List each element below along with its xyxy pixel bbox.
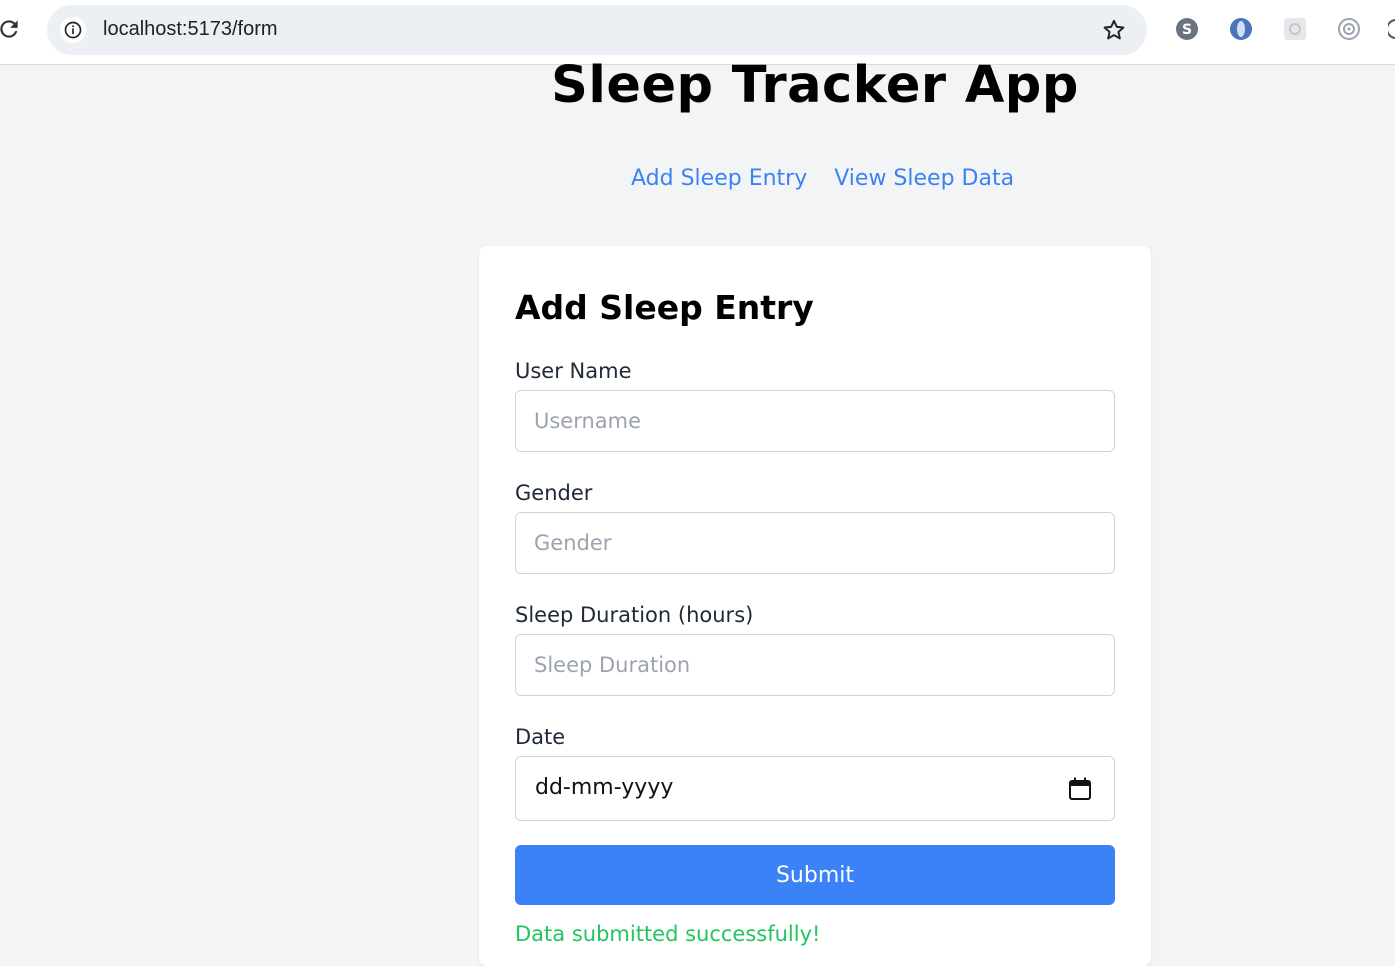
main-nav: Add Sleep Entry View Sleep Data [631,166,1014,191]
svg-text:S: S [1182,22,1192,38]
sleep-duration-label: Sleep Duration (hours) [515,603,754,627]
url-text[interactable]: localhost:5173/form [103,18,278,41]
site-info-icon[interactable] [60,17,86,43]
gear-extension-icon[interactable] [1282,16,1308,42]
username-input[interactable] [515,390,1115,452]
submit-button[interactable]: Submit [515,845,1115,905]
reload-icon[interactable] [0,16,22,42]
app-title: Sleep Tracker App [551,56,1079,115]
bookmark-star-icon[interactable] [1101,17,1127,43]
username-label: User Name [515,359,632,383]
sleep-duration-input[interactable] [515,634,1115,696]
date-placeholder: dd-mm-yyyy [535,775,674,800]
target-extension-icon[interactable] [1336,16,1362,42]
calendar-icon[interactable] [1068,776,1092,802]
gender-label: Gender [515,481,593,505]
date-label: Date [515,725,566,749]
vpn-extension-icon[interactable] [1228,16,1254,42]
address-bar[interactable]: localhost:5173/form [47,5,1147,55]
form-title: Add Sleep Entry [515,288,814,327]
nav-link-add-entry[interactable]: Add Sleep Entry [631,166,807,191]
success-message: Data submitted successfully! [515,922,821,946]
menu-partial-icon[interactable] [1386,16,1395,42]
form-card: Add Sleep Entry User Name Gender Sleep D… [479,246,1151,966]
nav-link-view-data[interactable]: View Sleep Data [834,166,1014,191]
skype-extension-icon[interactable]: S [1174,16,1200,42]
gender-input[interactable] [515,512,1115,574]
date-input[interactable]: dd-mm-yyyy [515,756,1115,821]
